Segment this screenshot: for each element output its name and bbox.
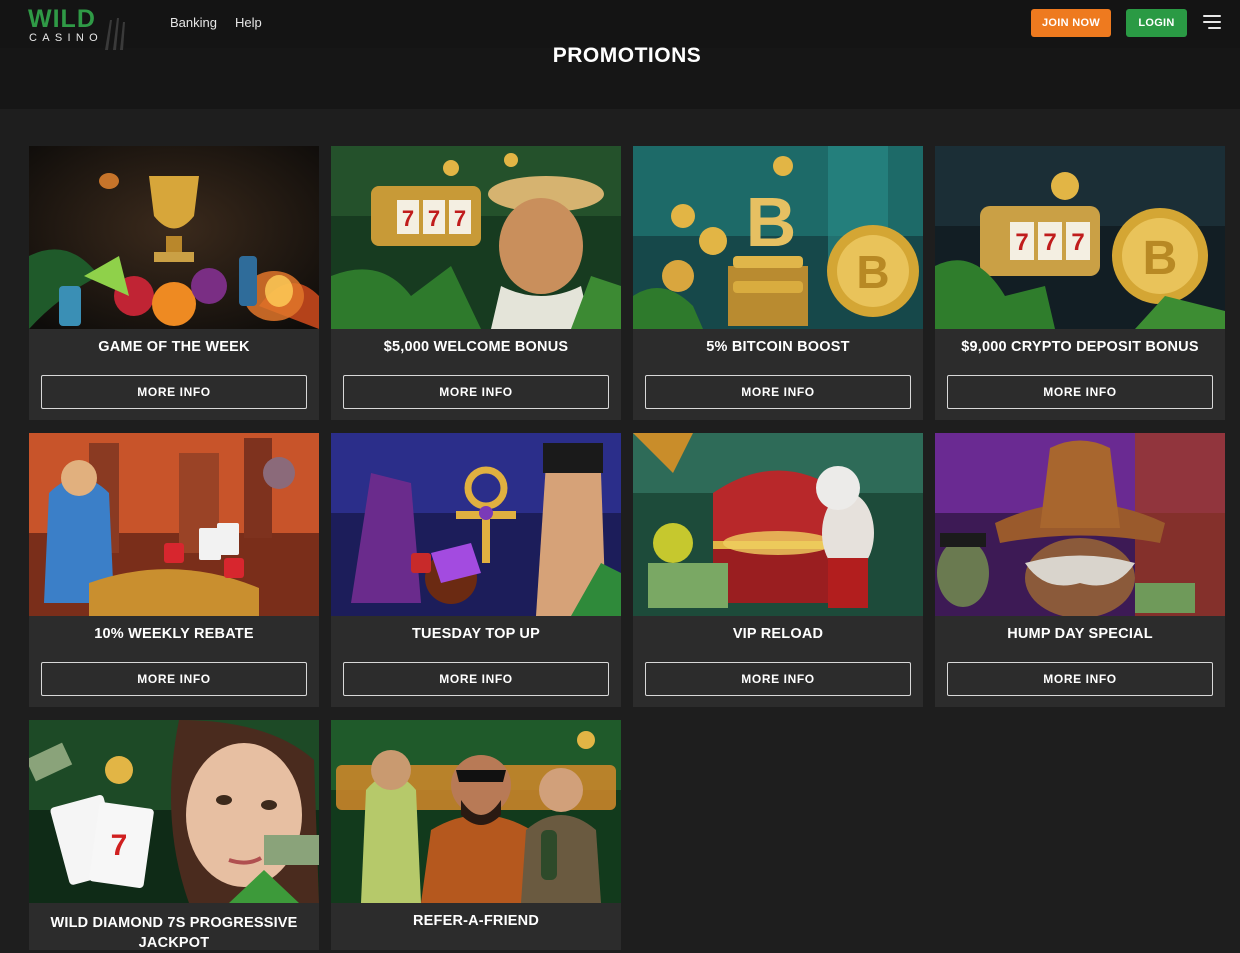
nav-link-help[interactable]: Help: [235, 15, 262, 30]
logo-wordmark-casino: CASINO: [29, 32, 103, 44]
promo-title: WILD DIAMOND 7S PROGRESSIVE JACKPOT: [50, 915, 298, 951]
more-info-button[interactable]: MORE INFO: [645, 375, 911, 409]
promo-title: HUMP DAY SPECIAL: [1007, 626, 1153, 642]
promo-title: 5% BITCOIN BOOST: [706, 339, 850, 355]
login-button[interactable]: LOGIN: [1126, 9, 1187, 37]
logo-wordmark-wild: WILD: [28, 5, 96, 33]
promo-image-weekly-rebate[interactable]: [29, 433, 319, 616]
promo-image-wild-diamond-7s-jackpot[interactable]: 7: [29, 720, 319, 903]
promo-title: REFER-A-FRIEND: [412, 913, 540, 929]
svg-text:B: B: [1143, 232, 1178, 285]
more-info-button[interactable]: MORE INFO: [343, 662, 609, 696]
promo-image-welcome-bonus[interactable]: 7 7 7: [331, 146, 621, 329]
menu-icon[interactable]: [1203, 14, 1223, 32]
promo-image-hump-day-special[interactable]: [935, 433, 1225, 616]
svg-text:B: B: [746, 183, 797, 261]
promo-image-bitcoin-boost[interactable]: B B: [633, 146, 923, 329]
promo-card: GAME OF THE WEEK MORE INFO: [29, 146, 319, 420]
top-navigation-bar: WILD CASINO Banking Help JOIN NOW LOGIN: [0, 0, 1240, 50]
more-info-button[interactable]: MORE INFO: [41, 662, 307, 696]
promo-title: TUESDAY TOP UP: [412, 626, 540, 642]
promo-title: GAME OF THE WEEK: [98, 339, 250, 355]
promo-card: 7 7 7 B $9,000 CRYPTO DEPOSIT BONUS MORE…: [935, 146, 1225, 420]
svg-text:7: 7: [402, 206, 414, 231]
promo-card: HUMP DAY SPECIAL MORE INFO: [935, 433, 1225, 707]
promo-title: VIP RELOAD: [732, 626, 824, 642]
more-info-button[interactable]: MORE INFO: [645, 662, 911, 696]
svg-text:7: 7: [1015, 229, 1028, 256]
promo-image-refer-a-friend[interactable]: [331, 720, 621, 903]
promo-image-game-of-the-week[interactable]: [29, 146, 319, 329]
more-info-button[interactable]: MORE INFO: [41, 375, 307, 409]
promo-image-tuesday-top-up[interactable]: [331, 433, 621, 616]
promo-title: 10% WEEKLY REBATE: [94, 626, 254, 642]
more-info-button[interactable]: MORE INFO: [947, 375, 1213, 409]
nav-link-banking[interactable]: Banking: [170, 15, 217, 30]
promo-card: VIP RELOAD MORE INFO: [633, 433, 923, 707]
promo-image-crypto-deposit-bonus[interactable]: 7 7 7 B: [935, 146, 1225, 329]
svg-text:7: 7: [1043, 229, 1056, 256]
promo-title: $9,000 CRYPTO DEPOSIT BONUS: [961, 339, 1199, 355]
promo-card: B B 5% BITCOIN BOOST MORE INFO: [633, 146, 923, 420]
promo-card: 7 7 7 $5,000 WELCOME BONUS MORE INFO: [331, 146, 621, 420]
promo-card: 10% WEEKLY REBATE MORE INFO: [29, 433, 319, 707]
svg-text:7: 7: [428, 206, 440, 231]
promo-card: 7 WILD DIAMOND 7S PROGRESSIVE JACKPOT: [29, 720, 319, 951]
promo-image-vip-reload[interactable]: [633, 433, 923, 616]
svg-text:7: 7: [454, 206, 466, 231]
svg-text:7: 7: [111, 829, 128, 862]
promo-title: $5,000 WELCOME BONUS: [383, 339, 569, 355]
join-now-button[interactable]: JOIN NOW: [1031, 9, 1111, 37]
svg-text:B: B: [856, 246, 889, 298]
svg-text:7: 7: [1071, 229, 1084, 256]
promo-card: REFER-A-FRIEND: [331, 720, 621, 950]
more-info-button[interactable]: MORE INFO: [947, 662, 1213, 696]
page-title: PROMOTIONS: [552, 44, 702, 67]
more-info-button[interactable]: MORE INFO: [343, 375, 609, 409]
promo-card: TUESDAY TOP UP MORE INFO: [331, 433, 621, 707]
